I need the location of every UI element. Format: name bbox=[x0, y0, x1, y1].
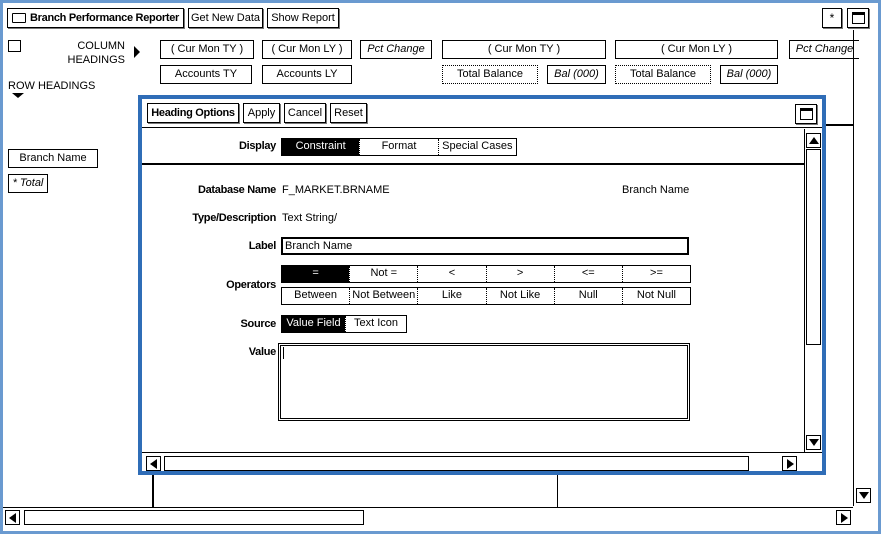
operator-greater-than[interactable]: > bbox=[485, 266, 554, 282]
source-text-icon[interactable]: Text Icon bbox=[345, 316, 406, 332]
column-headings-label: COLUMN bbox=[77, 40, 125, 52]
expand-right-icon[interactable] bbox=[134, 46, 140, 58]
column-heading-cur-mon-ty-2[interactable]: ( Cur Mon TY ) bbox=[442, 40, 606, 59]
tab-format[interactable]: Format bbox=[359, 139, 437, 155]
report-divider bbox=[152, 474, 154, 508]
section-divider bbox=[142, 163, 804, 165]
apply-button[interactable]: Apply bbox=[243, 103, 280, 123]
app-title-label: Branch Performance Reporter bbox=[30, 12, 180, 24]
asterisk-icon[interactable]: * bbox=[822, 8, 842, 28]
dialog-scroll-down-arrow[interactable] bbox=[806, 435, 821, 450]
heading-options-dialog: Heading Options Apply Cancel Reset Displ… bbox=[138, 95, 826, 475]
column-heading-accounts-ly[interactable]: Accounts LY bbox=[262, 65, 352, 84]
operator-less-equal[interactable]: <= bbox=[553, 266, 622, 282]
document-icon bbox=[12, 13, 26, 23]
main-hscroll-thumb[interactable] bbox=[24, 510, 364, 525]
operator-not-between[interactable]: Not Between bbox=[349, 288, 417, 304]
dialog-scroll-left-arrow[interactable] bbox=[146, 456, 161, 471]
report-divider bbox=[826, 124, 853, 126]
label-input[interactable]: Branch Name bbox=[281, 237, 689, 255]
value-label: Value bbox=[248, 346, 277, 358]
row-heading-total[interactable]: * Total bbox=[8, 174, 48, 193]
type-description-label: Type/Description bbox=[192, 212, 276, 224]
display-segmented-control[interactable]: Constraint Format Special Cases bbox=[281, 138, 517, 156]
row-headings-label: ROW HEADINGS bbox=[8, 80, 96, 92]
dialog-vscroll-thumb[interactable] bbox=[806, 149, 821, 345]
show-report-button[interactable]: Show Report bbox=[267, 8, 339, 28]
column-headings-label-2: HEADINGS bbox=[67, 54, 125, 66]
display-label: Display bbox=[238, 140, 276, 152]
report-divider bbox=[557, 474, 558, 508]
main-hscrollbar-track bbox=[3, 507, 853, 508]
window-menu-icon[interactable] bbox=[847, 8, 869, 28]
column-heading-bal-000[interactable]: Bal (000) bbox=[547, 65, 606, 84]
operator-null[interactable]: Null bbox=[553, 288, 622, 304]
get-new-data-button[interactable]: Get New Data bbox=[188, 8, 263, 28]
operator-like[interactable]: Like bbox=[417, 288, 485, 304]
main-scroll-left-arrow[interactable] bbox=[5, 510, 20, 525]
operators-label: Operators bbox=[226, 279, 276, 291]
type-description-value: Text String/ bbox=[282, 212, 338, 224]
main-scroll-right-arrow[interactable] bbox=[836, 510, 851, 525]
operator-greater-equal[interactable]: >= bbox=[621, 266, 690, 282]
dialog-scroll-right-arrow[interactable] bbox=[782, 456, 797, 471]
grid-icon[interactable] bbox=[8, 40, 21, 52]
operator-not-like[interactable]: Not Like bbox=[485, 288, 554, 304]
column-heading-accounts-ty[interactable]: Accounts TY bbox=[160, 65, 252, 84]
database-name-caption: Branch Name bbox=[622, 184, 690, 196]
cancel-button[interactable]: Cancel bbox=[284, 103, 326, 123]
operators-row-1[interactable]: = Not = < > <= >= bbox=[281, 265, 691, 283]
operators-row-2[interactable]: Between Not Between Like Not Like Null N… bbox=[281, 287, 691, 305]
text-cursor bbox=[283, 347, 284, 359]
dialog-hscroll-thumb[interactable] bbox=[164, 456, 749, 471]
column-heading-cur-mon-ly[interactable]: ( Cur Mon LY ) bbox=[262, 40, 352, 59]
label-label: Label bbox=[248, 240, 277, 252]
column-heading-total-balance-2[interactable]: Total Balance bbox=[615, 65, 711, 84]
column-heading-bal-000-2[interactable]: Bal (000) bbox=[720, 65, 778, 84]
database-name-value: F_MARKET.BRNAME bbox=[282, 184, 390, 196]
tab-special-cases[interactable]: Special Cases bbox=[437, 139, 516, 155]
dialog-menu-icon[interactable] bbox=[795, 104, 817, 124]
source-segmented-control[interactable]: Value Field Text Icon bbox=[281, 315, 407, 333]
operator-between[interactable]: Between bbox=[282, 288, 349, 304]
value-textarea[interactable] bbox=[278, 343, 690, 421]
tab-constraint[interactable]: Constraint bbox=[282, 139, 360, 155]
database-name-label: Database Name bbox=[197, 184, 276, 196]
row-heading-branch-name[interactable]: Branch Name bbox=[8, 149, 98, 168]
source-label: Source bbox=[240, 318, 277, 330]
operator-less-than[interactable]: < bbox=[417, 266, 485, 282]
operator-equals[interactable]: = bbox=[282, 266, 350, 282]
dialog-title: Heading Options bbox=[147, 103, 239, 123]
dialog-scroll-up-arrow[interactable] bbox=[806, 133, 821, 148]
dialog-scrollbar-track bbox=[804, 129, 805, 452]
column-heading-total-balance[interactable]: Total Balance bbox=[442, 65, 538, 84]
reset-button[interactable]: Reset bbox=[330, 103, 367, 123]
column-heading-cur-mon-ly-2[interactable]: ( Cur Mon LY ) bbox=[615, 40, 778, 59]
column-heading-pct-change-2[interactable]: Pct Change bbox=[789, 40, 859, 59]
main-scrollbar-track[interactable] bbox=[853, 30, 854, 506]
operator-not-equals[interactable]: Not = bbox=[349, 266, 417, 282]
source-value-field[interactable]: Value Field bbox=[282, 316, 345, 332]
main-scroll-down-arrow[interactable] bbox=[856, 488, 871, 503]
column-heading-pct-change[interactable]: Pct Change bbox=[360, 40, 432, 59]
expand-down-icon[interactable] bbox=[12, 93, 24, 98]
dialog-hscrollbar-track bbox=[142, 452, 822, 453]
operator-not-null[interactable]: Not Null bbox=[621, 288, 690, 304]
column-heading-cur-mon-ty[interactable]: ( Cur Mon TY ) bbox=[160, 40, 254, 59]
app-title-button[interactable]: Branch Performance Reporter bbox=[7, 8, 184, 28]
toolbar-divider bbox=[142, 127, 822, 128]
